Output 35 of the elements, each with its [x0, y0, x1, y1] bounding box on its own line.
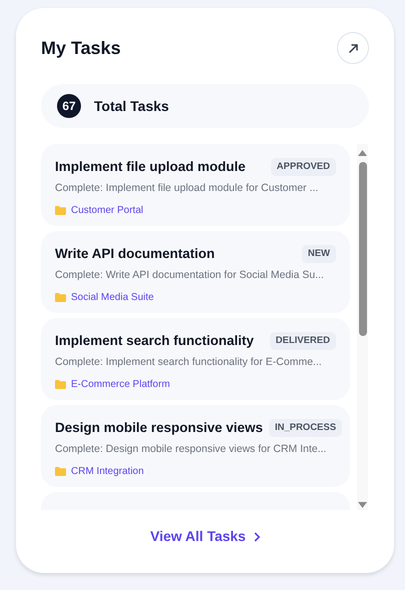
folder-icon: [55, 380, 66, 389]
task-title: Implement file upload module: [55, 158, 246, 176]
task-description: Complete: Implement file upload module for Customer ...: [55, 181, 320, 196]
scroll-down-arrow-icon[interactable]: [358, 502, 367, 508]
task-title: Implement search functionality: [55, 332, 254, 350]
task-count: 67: [57, 94, 81, 118]
task-description: Complete: Implement search functionality for E-Comme...: [55, 355, 323, 370]
arrow-up-right-icon: [348, 42, 358, 54]
project-link[interactable]: Customer Portal: [71, 202, 144, 218]
widget-title: My Tasks: [41, 36, 121, 60]
folder-icon: [55, 466, 66, 476]
task-card[interactable]: Implement search functionality DELIVERED Complete: Implement search functionality for E-Comme... E-Commerce Platform: [41, 318, 350, 400]
task-description: Complete: Design mobile responsive views for CRM Inte...: [55, 442, 328, 457]
folder-icon: [55, 206, 66, 215]
scrollbar-thumb[interactable]: [358, 162, 366, 336]
status-badge: NEW: [302, 245, 336, 263]
task-title: Write API documentation: [55, 245, 215, 263]
project-link[interactable]: E-Commerce Platform: [71, 376, 170, 392]
open-button[interactable]: [337, 32, 369, 64]
scroll-up-arrow-icon[interactable]: [358, 150, 367, 156]
task-card[interactable]: Design mobile responsive views IN_PROCESS Complete: Design mobile responsive views for CRM Inte... CRM Integration: [41, 405, 350, 487]
task-description: Complete: Write API documentation for Social Media Su...: [55, 268, 325, 283]
task-title: Design mobile responsive views: [55, 419, 263, 437]
folder-icon: [55, 292, 66, 302]
task-card[interactable]: Write API documentation NEW Complete: Write API documentation for Social Media Su... Social Media Suite: [41, 231, 350, 313]
project-link[interactable]: Social Media Suite: [71, 290, 154, 305]
task-card[interactable]: Implement file upload module APPROVED Complete: Implement file upload module for Customer ... Customer Portal: [41, 144, 350, 226]
project-link[interactable]: CRM Integration: [71, 464, 144, 479]
status-badge: IN_PROCESS: [268, 419, 342, 437]
total-tasks-label: Total Tasks: [94, 96, 169, 116]
status-badge: APPROVED: [270, 158, 336, 176]
chevron-right-icon: [254, 532, 260, 542]
view-all-tasks-link[interactable]: View All Tasks: [150, 526, 260, 547]
status-badge: DELIVERED: [270, 332, 336, 350]
scrollbar[interactable]: [357, 144, 368, 510]
